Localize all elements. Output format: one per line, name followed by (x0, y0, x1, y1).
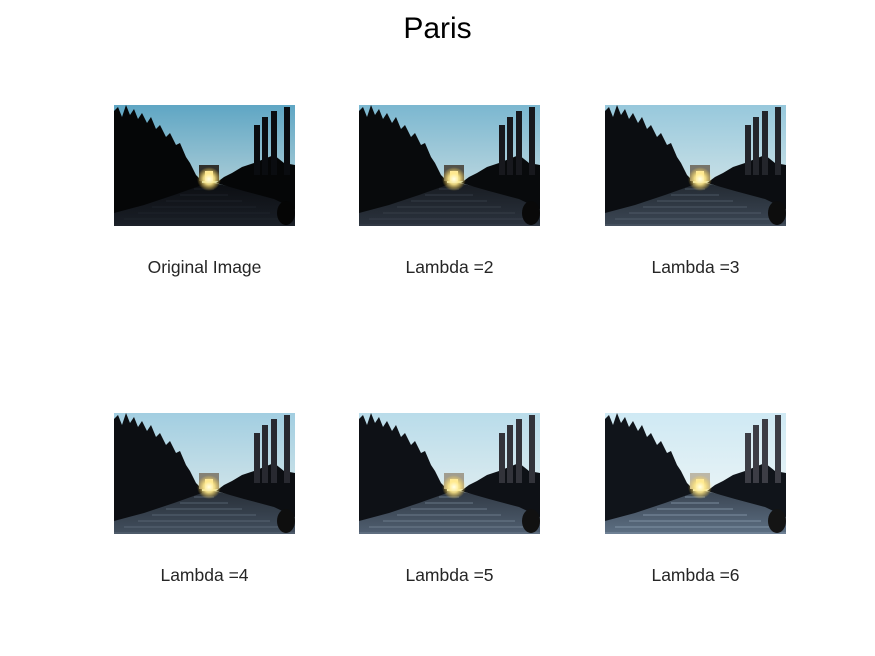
sun-glow (688, 475, 712, 499)
caption-lambda-4: Lambda =4 (160, 565, 249, 585)
panel-lambda-3: Lambda =3 (605, 105, 786, 277)
panel-lambda-2: Lambda =2 (359, 105, 540, 277)
column (745, 125, 751, 175)
photo-lambda-2 (359, 105, 540, 226)
photo-lambda-4 (114, 413, 295, 534)
column (516, 111, 522, 175)
column (284, 107, 290, 175)
panel-lambda-4: Lambda =4 (114, 413, 295, 585)
column (284, 415, 290, 483)
sun-glow (442, 167, 466, 191)
photo-original (114, 105, 295, 226)
column (262, 117, 268, 175)
column (753, 117, 759, 175)
panel-original: Original Image (114, 105, 295, 277)
sun-glow (197, 475, 221, 499)
sun-glow (688, 167, 712, 191)
caption-lambda-3: Lambda =3 (651, 257, 740, 277)
column (499, 433, 505, 483)
caption-lambda-6: Lambda =6 (651, 565, 740, 585)
figure-shadow (768, 509, 786, 533)
column (516, 419, 522, 483)
sun-glow (197, 167, 221, 191)
photo-lambda-5 (359, 413, 540, 534)
sun-glow (442, 475, 466, 499)
caption-original: Original Image (147, 257, 262, 277)
column (775, 107, 781, 175)
caption-lambda-2: Lambda =2 (405, 257, 494, 277)
column (507, 425, 513, 483)
column (271, 111, 277, 175)
column (745, 433, 751, 483)
figure-shadow (277, 509, 295, 533)
column (762, 111, 768, 175)
column (254, 433, 260, 483)
column (499, 125, 505, 175)
column (271, 419, 277, 483)
column (254, 125, 260, 175)
photo-lambda-6 (605, 413, 786, 534)
photo-lambda-3 (605, 105, 786, 226)
column (762, 419, 768, 483)
figure-shadow (768, 201, 786, 225)
column (529, 107, 535, 175)
column (529, 415, 535, 483)
column (753, 425, 759, 483)
panel-lambda-5: Lambda =5 (359, 413, 540, 585)
caption-lambda-5: Lambda =5 (405, 565, 494, 585)
column (507, 117, 513, 175)
figure-title: Paris (403, 12, 472, 45)
column (262, 425, 268, 483)
column (775, 415, 781, 483)
panel-lambda-6: Lambda =6 (605, 413, 786, 585)
figure-shadow (277, 201, 295, 225)
figure-shadow (522, 201, 540, 225)
figure-shadow (522, 509, 540, 533)
